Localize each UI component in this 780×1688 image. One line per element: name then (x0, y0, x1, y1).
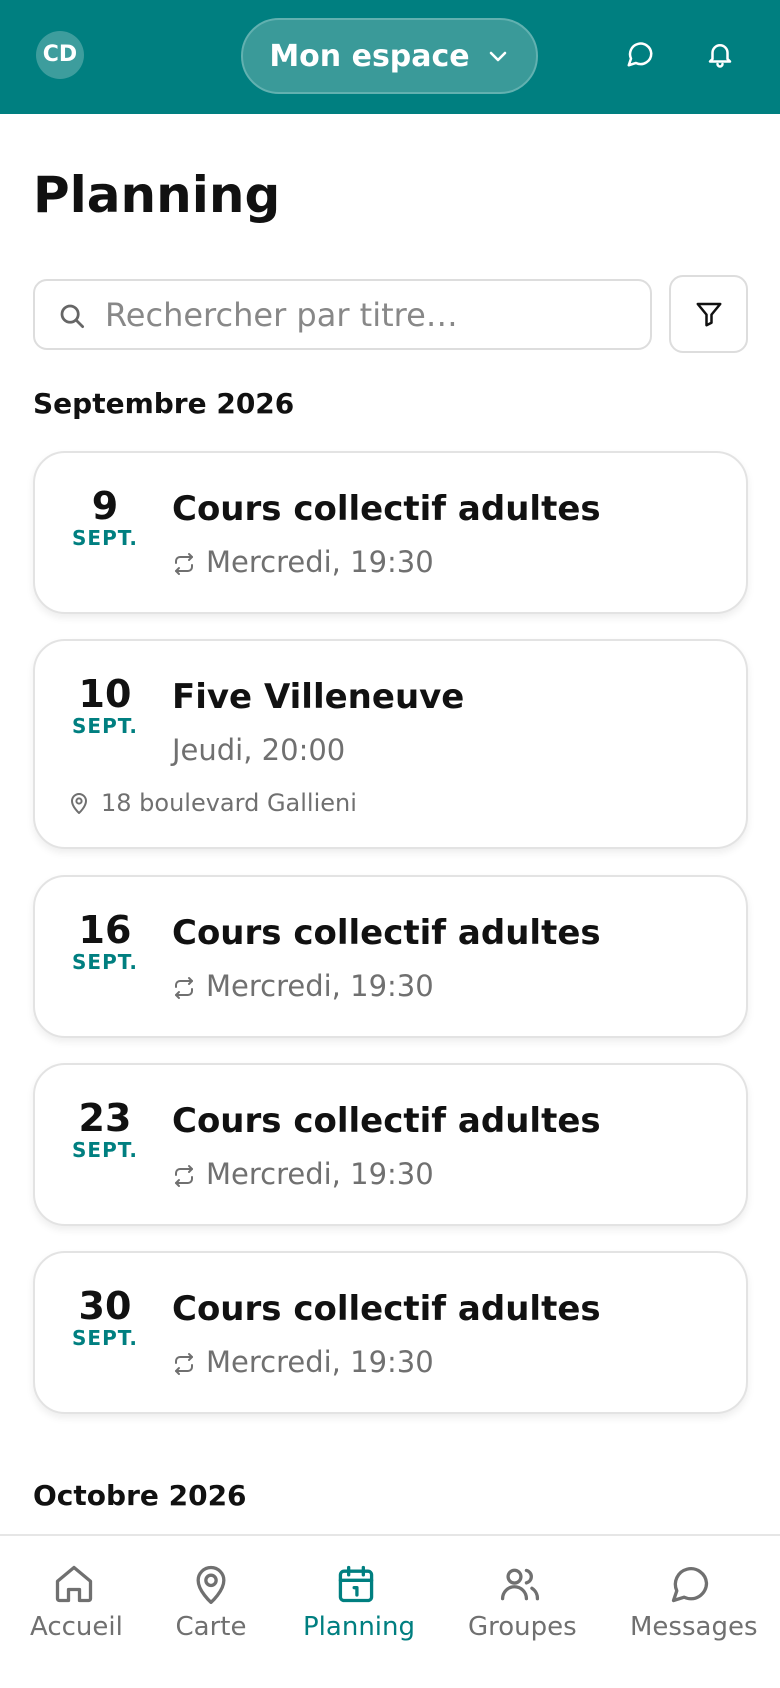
event-time-text: Mercredi, 19:30 (206, 969, 434, 1003)
nav-item-carte[interactable]: Carte (170, 1562, 252, 1642)
event-location-text: 18 boulevard Gallieni (101, 789, 357, 817)
search-box (33, 279, 652, 350)
event-time-text: Mercredi, 19:30 (206, 1157, 434, 1191)
event-title: Cours collectif adultes (172, 1101, 601, 1141)
home-icon (55, 1565, 93, 1603)
chat-bubble-icon (627, 42, 653, 67)
event-date: 30 SEPT. (35, 1285, 175, 1349)
search-input[interactable] (105, 287, 635, 343)
event-month: SEPT. (72, 1326, 138, 1350)
event-time: Mercredi, 19:30 (172, 967, 434, 1005)
search-icon (60, 304, 84, 328)
nav-label: Planning (303, 1612, 415, 1642)
event-time: Jeudi, 20:00 (172, 731, 345, 769)
notifications-button[interactable] (702, 36, 738, 72)
event-location: 18 boulevard Gallieni (67, 787, 357, 819)
nav-label: Accueil (30, 1612, 123, 1642)
event-title: Cours collectif adultes (172, 913, 601, 953)
event-day: 30 (78, 1284, 132, 1328)
event-date: 9 SEPT. (35, 485, 175, 549)
event-day: 16 (78, 908, 132, 952)
event-date: 10 SEPT. (35, 673, 175, 737)
top-app-bar: CD Mon espace (0, 0, 780, 114)
month-header: Septembre 2026 (33, 387, 295, 420)
nav-label: Messages (630, 1612, 758, 1642)
event-card[interactable]: 23 SEPT. Cours collectif adultes Mercred… (33, 1063, 748, 1226)
event-time: Mercredi, 19:30 (172, 543, 434, 581)
event-day: 9 (91, 484, 119, 528)
event-month: SEPT. (72, 950, 138, 974)
nav-item-messages[interactable]: Messages (630, 1562, 758, 1642)
event-day: 10 (78, 672, 132, 716)
messages-button[interactable] (622, 36, 658, 72)
event-day: 23 (78, 1096, 132, 1140)
bell-icon (708, 44, 732, 68)
nav-item-accueil[interactable]: Accueil (30, 1562, 123, 1642)
map-pin-icon (196, 1565, 226, 1604)
event-card[interactable]: 16 SEPT. Cours collectif adultes Mercred… (33, 875, 748, 1038)
event-time: Mercredi, 19:30 (172, 1343, 434, 1381)
event-card[interactable]: 10 SEPT. Five Villeneuve Jeudi, 20:00 18… (33, 639, 748, 849)
event-title: Cours collectif adultes (172, 1289, 601, 1329)
repeat-icon (175, 1353, 193, 1375)
event-date: 16 SEPT. (35, 909, 175, 973)
event-time: Mercredi, 19:30 (172, 1155, 434, 1193)
page-title: Planning (33, 166, 281, 224)
month-header: Octobre 2026 (33, 1479, 247, 1512)
event-month: SEPT. (72, 526, 138, 550)
event-time-text: Jeudi, 20:00 (172, 733, 346, 767)
location-pin-icon (71, 793, 87, 814)
repeat-icon (175, 1165, 193, 1187)
filter-button[interactable] (669, 275, 748, 353)
chevron-down-icon (489, 51, 506, 62)
event-time-text: Mercredi, 19:30 (206, 545, 434, 579)
avatar[interactable]: CD (36, 31, 84, 79)
event-title: Five Villeneuve (172, 677, 465, 717)
space-switcher-label: Mon espace (269, 38, 470, 74)
event-title: Cours collectif adultes (172, 489, 601, 529)
filter-icon (696, 302, 721, 327)
repeat-icon (175, 553, 193, 575)
event-date: 23 SEPT. (35, 1097, 175, 1161)
space-switcher-button[interactable]: Mon espace (241, 18, 538, 94)
bottom-nav: Accueil Carte Planning Groupes Messages (0, 1534, 780, 1688)
repeat-icon (175, 977, 193, 999)
event-card[interactable]: 30 SEPT. Cours collectif adultes Mercred… (33, 1251, 748, 1414)
nav-label: Groupes (468, 1612, 577, 1642)
event-month: SEPT. (72, 714, 138, 738)
event-time-text: Mercredi, 19:30 (206, 1345, 434, 1379)
users-icon (500, 1568, 540, 1601)
event-card[interactable]: 9 SEPT. Cours collectif adultes Mercredi… (33, 451, 748, 614)
calendar-icon (338, 1565, 374, 1603)
nav-item-groupes[interactable]: Groupes (468, 1562, 577, 1642)
message-icon (671, 1567, 709, 1603)
nav-item-planning[interactable]: Planning (303, 1562, 415, 1642)
nav-label: Carte (175, 1612, 247, 1642)
event-month: SEPT. (72, 1138, 138, 1162)
